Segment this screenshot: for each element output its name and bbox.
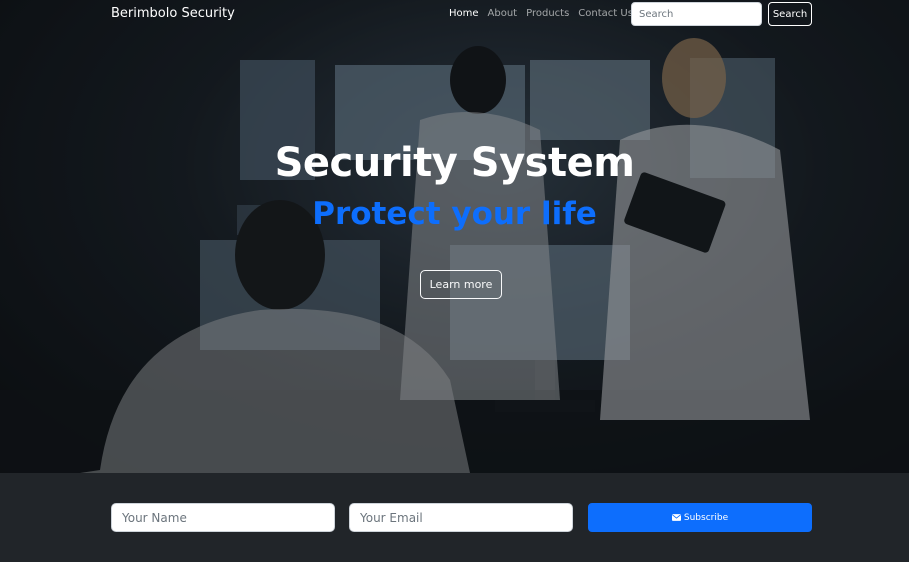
nav-link-about[interactable]: About	[488, 8, 518, 19]
search-input[interactable]	[631, 2, 762, 26]
navbar: Berimbolo Security Home About Products C…	[0, 0, 909, 28]
hero-dark-overlay	[0, 0, 909, 473]
subscribe-button-label: Subscribe	[683, 512, 729, 523]
name-field[interactable]	[111, 503, 335, 532]
search-button[interactable]: Search	[768, 2, 812, 26]
nav-link-home[interactable]: Home	[449, 8, 479, 19]
nav-link-products[interactable]: Products	[526, 8, 569, 19]
subscribe-button[interactable]: Subscribe	[588, 503, 812, 532]
envelope-icon	[671, 514, 681, 521]
subscribe-section: Subscribe	[0, 473, 909, 562]
hero-subtitle: Protect your life	[312, 196, 597, 232]
hero-section: Berimbolo Security Home About Products C…	[0, 0, 909, 473]
brand-logo-link[interactable]: Berimbolo Security	[111, 6, 235, 21]
email-field[interactable]	[349, 503, 573, 532]
nav-links: Home About Products Contact Us	[449, 8, 642, 19]
learn-more-button[interactable]: Learn more	[420, 270, 502, 299]
hero-title: Security System	[274, 140, 635, 186]
nav-link-contact-us[interactable]: Contact Us	[578, 8, 633, 19]
